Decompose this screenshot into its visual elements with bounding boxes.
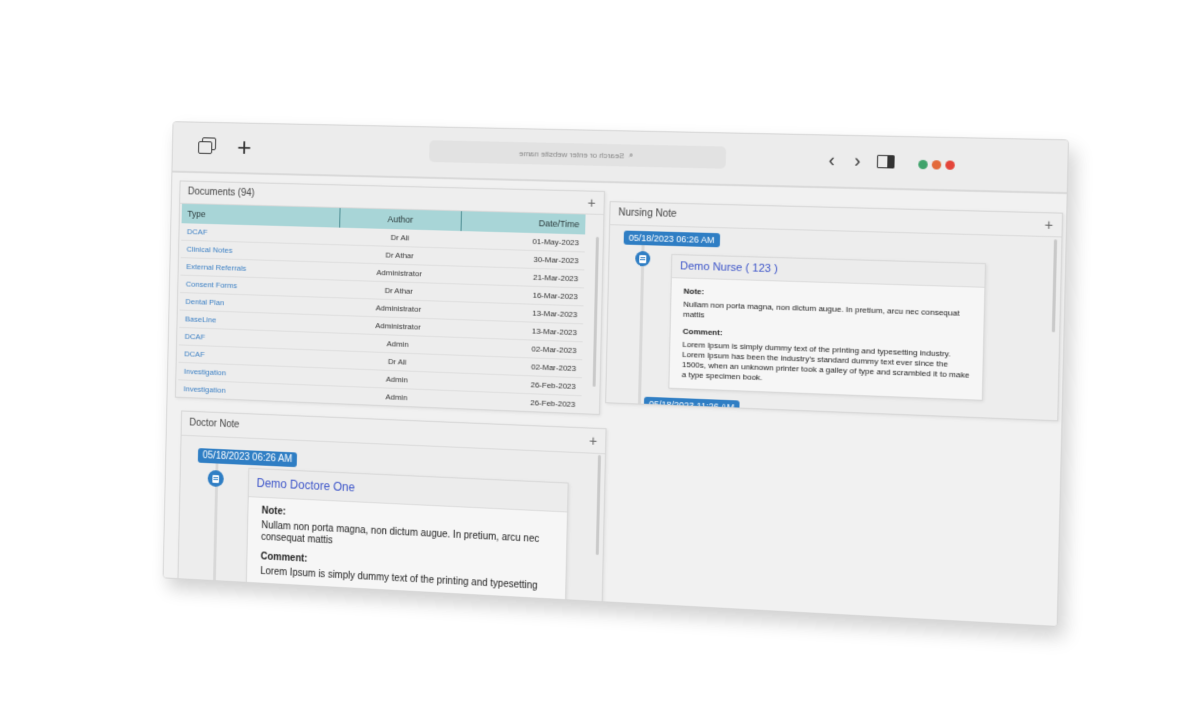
doctor-note-add-button[interactable]: + — [589, 429, 598, 453]
row-date: 26-Feb-2023 — [457, 391, 581, 414]
stage: + Search or enter website name ⌕ ‹ › Doc… — [0, 0, 1200, 720]
nursing-note-title: Nursing Note — [618, 207, 677, 220]
window-controls — [918, 160, 955, 170]
nursing-note-card: Demo Nurse ( 123 ) Note: Nullam non port… — [668, 254, 986, 401]
nursing-entry-time-2: 05/18/2023 11:26 AM — [644, 397, 740, 415]
window-dot-orange[interactable] — [932, 160, 942, 169]
documents-title: Documents (94) — [188, 187, 255, 199]
timeline-line — [638, 243, 645, 404]
documents-table: Type Author Date/Time DCAF Dr Ali 01-May-2… — [178, 204, 586, 414]
documents-table-body: DCAF Dr Ali 01-May-2023 Clinical Notes Dr At… — [178, 223, 585, 413]
documents-scrollbar[interactable] — [593, 237, 599, 387]
documents-panel: Documents (94) + Type Author Date/Time D… — [175, 180, 605, 415]
doctor-entry-time: 05/18/2023 06:26 AM — [198, 448, 297, 467]
search-icon: ⌕ — [629, 150, 634, 160]
doctor-note-scrollbar[interactable] — [596, 455, 601, 555]
doctor-note-title: Doctor Note — [189, 418, 239, 431]
sidebar-toggle-icon[interactable] — [870, 147, 900, 176]
address-bar[interactable]: Search or enter website name ⌕ — [429, 140, 726, 169]
nursing-note-panel: Nursing Note + 05/18/2023 06:26 AM Demo … — [605, 201, 1063, 421]
tabs-overview-icon[interactable] — [193, 132, 220, 160]
address-placeholder: Search or enter website name — [519, 149, 625, 160]
window-dot-red[interactable] — [945, 160, 955, 169]
doctor-note-card: Demo Doctore One Note: Nullam non porta … — [245, 468, 568, 610]
note-document-icon — [635, 251, 650, 266]
nursing-comment-text: Lorem Ipsum is simply dummy text of the … — [682, 340, 971, 391]
documents-add-button[interactable]: + — [587, 192, 596, 214]
note-document-icon — [208, 470, 224, 487]
window-dot-green[interactable] — [918, 160, 928, 169]
page-content: Documents (94) + Type Author Date/Time D… — [164, 173, 1067, 626]
nursing-note-scrollbar[interactable] — [1052, 239, 1057, 332]
row-author: Admin — [336, 386, 458, 409]
new-tab-icon[interactable]: + — [231, 133, 258, 161]
nursing-entry-time: 05/18/2023 06:26 AM — [624, 231, 720, 248]
browser-window: + Search or enter website name ⌕ ‹ › Doc… — [163, 121, 1069, 627]
doctor-note-panel: Doctor Note + 05/18/2023 06:26 AM Demo D… — [177, 410, 606, 610]
doctor-note-header: Doctor Note + — [182, 411, 606, 454]
nursing-note-add-button[interactable]: + — [1044, 213, 1053, 236]
forward-icon[interactable]: › — [843, 146, 872, 175]
